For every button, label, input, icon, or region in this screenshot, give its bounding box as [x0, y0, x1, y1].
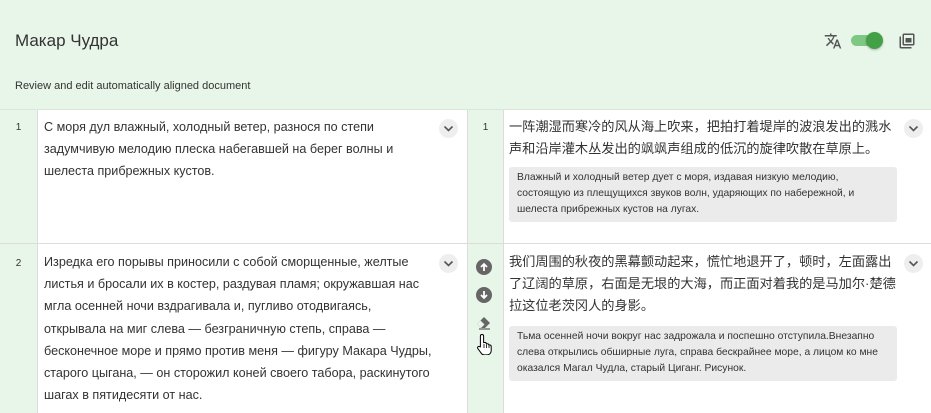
page-subtitle: Review and edit automatically aligned do…: [15, 80, 251, 92]
target-segment-text[interactable]: 我们周围的秋夜的黑幕颤动起来，慌忙地退开了，顿时，左面露出了辽阔的草原，右面是无…: [509, 251, 901, 318]
source-row-number: 1: [15, 122, 22, 133]
source-segment-text[interactable]: С моря дул влажный, холодный ветер, разн…: [44, 116, 434, 183]
arrow-down-circle-icon[interactable]: [475, 286, 493, 304]
eraser-icon[interactable]: [475, 313, 493, 331]
translate-icon[interactable]: [824, 32, 842, 50]
page-title: Макар Чудра: [15, 31, 119, 50]
chevron-down-icon[interactable]: [439, 119, 458, 138]
row-divider: [0, 243, 931, 244]
toggle-knob: [866, 32, 883, 49]
source-row-number: 2: [15, 258, 22, 269]
back-translation-note: Тьма осенней ночи вокруг нас задрожала и…: [509, 326, 897, 381]
source-segment-text[interactable]: Изредка его порывы приносили с собой смо…: [44, 251, 434, 406]
target-row-number: 1: [482, 122, 489, 133]
arrow-up-circle-icon[interactable]: [475, 258, 493, 276]
back-translation-note: Влажный и холодный ветер дует с моря, из…: [509, 167, 897, 222]
hand-pointer-cursor: [477, 333, 492, 355]
alignment-toggle[interactable]: [851, 32, 883, 49]
copy-icon[interactable]: [898, 32, 916, 50]
document-header: Макар Чудра Review and edit automaticall…: [0, 0, 931, 110]
target-segment-text[interactable]: 一阵潮湿而寒冷的风从海上吹来，把拍打着堤岸的波浪发出的溅水声和沿岸灌木丛发出的飒…: [509, 116, 901, 160]
chevron-down-icon[interactable]: [904, 254, 923, 273]
chevron-down-icon[interactable]: [439, 254, 458, 273]
chevron-down-icon[interactable]: [904, 119, 923, 138]
